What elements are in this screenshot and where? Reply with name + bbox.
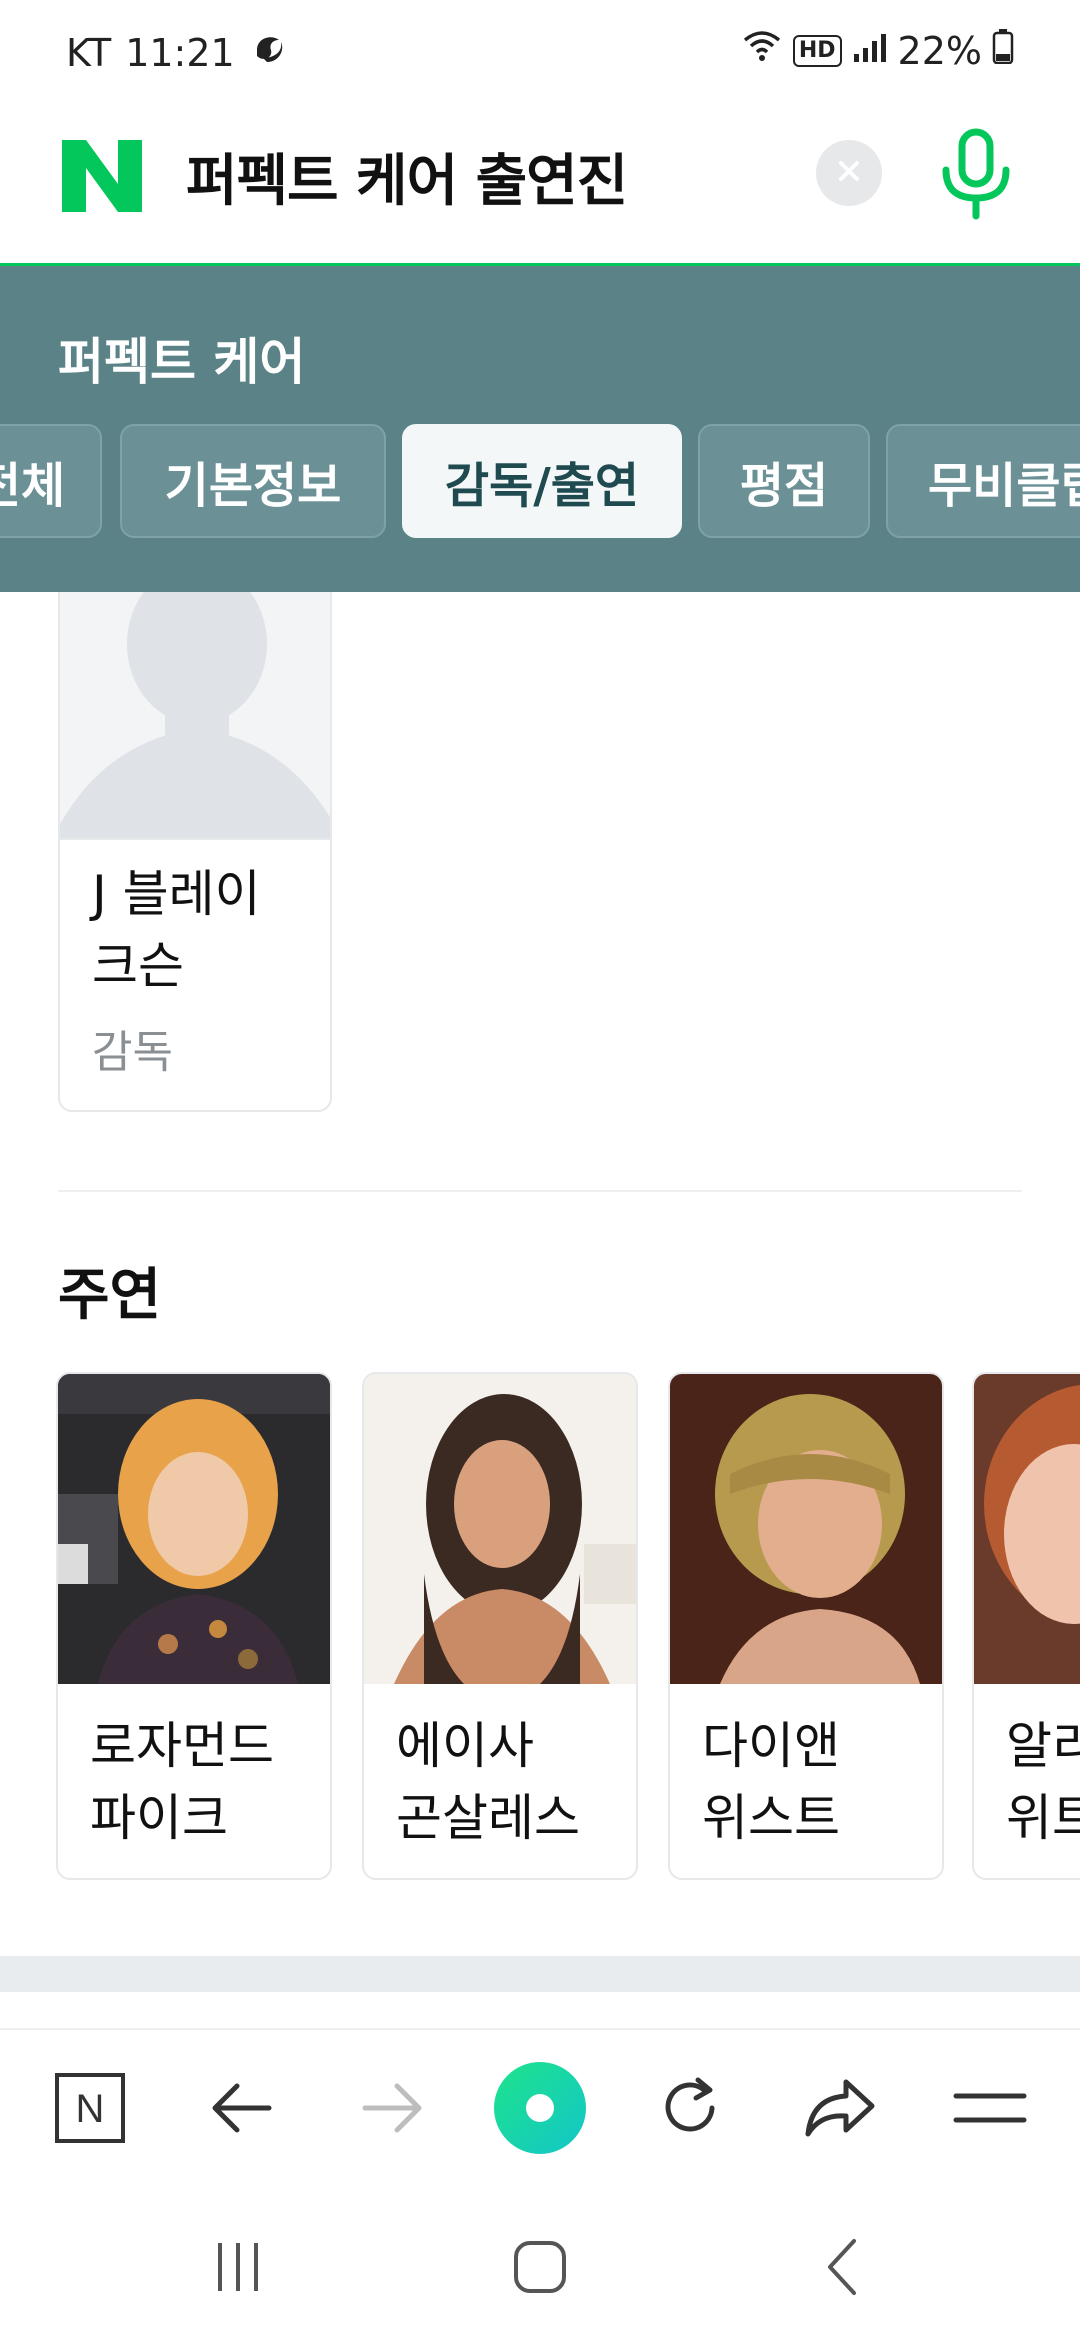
movie-tab-panel: 퍼펙트 케어 전체 기본정보 감독/출연 평점 무비클립 [0,266,1080,592]
naver-home-icon: N [54,2072,126,2148]
cast-card[interactable]: 에이사 곤살레스 [362,1372,638,1880]
forward-button[interactable] [342,2060,442,2160]
refresh-icon [654,2072,726,2148]
panel-title: 퍼펙트 케어 [58,333,306,391]
signal-icon [852,29,888,73]
director-photo-placeholder [60,592,330,840]
actor-name-line2: 파이크 [90,1789,228,1847]
share-icon [802,2076,878,2144]
tab-basic-info[interactable]: 기본정보 [120,424,386,538]
chevron-left-icon [822,2237,862,2301]
microphone-icon [936,128,1016,224]
battery-percent: 22% [897,28,982,73]
status-left: KT 11:21 [66,28,289,77]
tab-row[interactable]: 전체 기본정보 감독/출연 평점 무비클립 [0,424,1080,544]
back-button[interactable] [192,2060,292,2160]
close-icon [836,158,862,188]
status-right: HD 22% [741,28,1014,73]
recent-apps-icon [210,2239,266,2299]
director-name: J 블레이 크슨 [92,858,261,1002]
naver-home-button[interactable]: N [40,2060,140,2160]
actor-name: 알리 위트 [1006,1710,1080,1854]
clear-search-button[interactable] [816,140,882,206]
home-button[interactable] [490,2224,590,2314]
green-dot-icon [492,2060,588,2160]
menu-icon [952,2088,1028,2132]
system-nav-bar [0,2188,1080,2340]
home-letter: N [76,2087,105,2131]
cast-card[interactable]: 알리 위트 [972,1372,1080,1880]
director-name-line2: 크슨 [92,937,184,995]
tab-rating[interactable]: 평점 [698,424,870,538]
tab-all[interactable]: 전체 [0,424,102,538]
voice-search-button[interactable] [936,128,1016,220]
recent-apps-button[interactable] [188,2224,288,2314]
tab-director-cast[interactable]: 감독/출연 [402,424,682,538]
actor-photo [364,1374,636,1684]
search-header: 퍼펙트 케어 출연진 [0,100,1080,266]
clock: 11:21 [125,30,235,75]
home-square-icon [512,2239,568,2299]
system-back-button[interactable] [792,2224,892,2314]
actor-name: 로자먼드 파이크 [90,1710,274,1854]
hd-badge: HD [792,34,842,67]
cast-section-title: 주연 [58,1263,162,1328]
actor-name-line2: 위트 [1006,1789,1080,1847]
cast-card[interactable]: 다이앤 위스트 [668,1372,944,1880]
status-bar: KT 11:21 HD 22% [0,0,1080,100]
actor-photo [670,1374,942,1684]
arrow-left-icon [207,2078,277,2142]
green-dot-button[interactable] [490,2060,590,2160]
director-card[interactable]: J 블레이 크슨 감독 [58,592,332,1112]
notification-icon [249,28,289,77]
search-input[interactable]: 퍼펙트 케어 출연진 [186,136,628,217]
battery-icon [992,28,1014,73]
section-separator [0,1956,1080,1992]
arrow-right-icon [357,2078,427,2142]
cast-card[interactable]: 로자먼드 파이크 [56,1372,332,1880]
menu-button[interactable] [940,2060,1040,2160]
actor-photo [974,1374,1080,1684]
actor-photo [58,1374,330,1684]
tab-movie-clip[interactable]: 무비클립 [886,424,1080,538]
director-name-line1: J 블레이 [92,865,261,923]
actor-name-line1: 알리 [1006,1717,1080,1775]
carrier-label: KT [66,30,112,75]
content-area: J 블레이 크슨 감독 주연 로자먼드 파이크 에이사 곤살레스 다이앤 위스트… [0,592,1080,2028]
refresh-button[interactable] [640,2060,740,2160]
actor-name-line1: 에이사 [396,1717,534,1775]
actor-name-line1: 로자먼드 [90,1717,274,1775]
share-button[interactable] [790,2060,890,2160]
actor-name: 에이사 곤살레스 [396,1710,580,1854]
section-divider [58,1190,1022,1192]
actor-name-line2: 위스트 [702,1789,840,1847]
actor-name-line1: 다이앤 [702,1717,840,1775]
actor-name: 다이앤 위스트 [702,1710,840,1854]
naver-logo[interactable] [60,138,144,214]
actor-name-line2: 곤살레스 [396,1789,580,1847]
wifi-icon [741,28,783,73]
director-role: 감독 [92,1027,173,1078]
browser-toolbar: N [0,2028,1080,2188]
